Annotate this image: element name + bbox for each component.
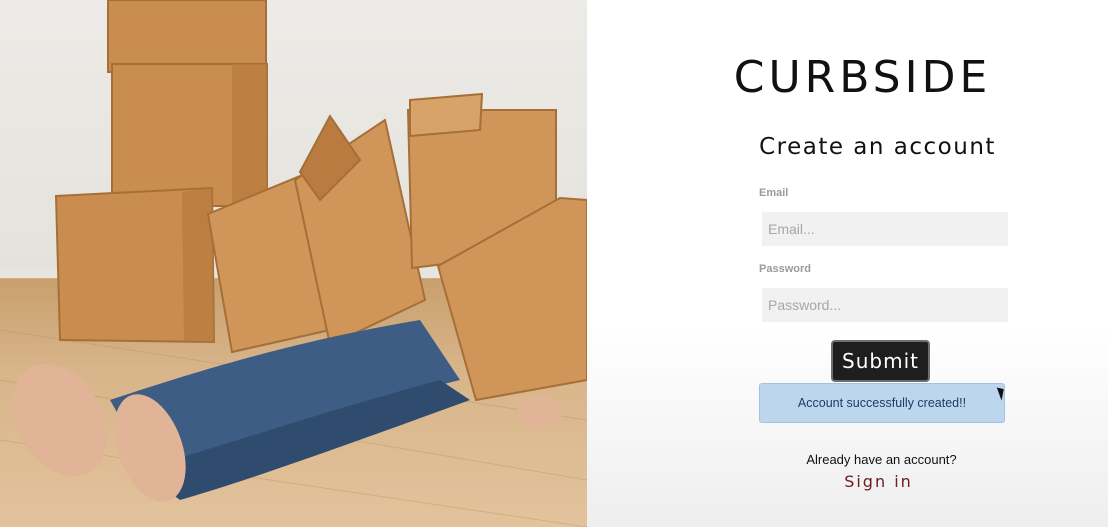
email-field[interactable] [762, 212, 1008, 246]
password-label: Password [759, 263, 811, 275]
password-field[interactable] [762, 288, 1008, 322]
page-title: Create an account [759, 134, 996, 160]
success-alert: Account successfully created!! [759, 383, 1005, 423]
submit-button[interactable]: Submit [831, 340, 930, 382]
brand-logo: CURBSIDE [733, 52, 992, 103]
hero-image [0, 0, 587, 527]
signup-panel: CURBSIDE Create an account Email Passwor… [587, 0, 1108, 527]
email-label: Email [759, 187, 789, 199]
moving-boxes-illustration [0, 0, 587, 527]
signin-prompt: Already have an account? [806, 452, 957, 467]
signin-link[interactable]: Sign in [649, 472, 1108, 491]
